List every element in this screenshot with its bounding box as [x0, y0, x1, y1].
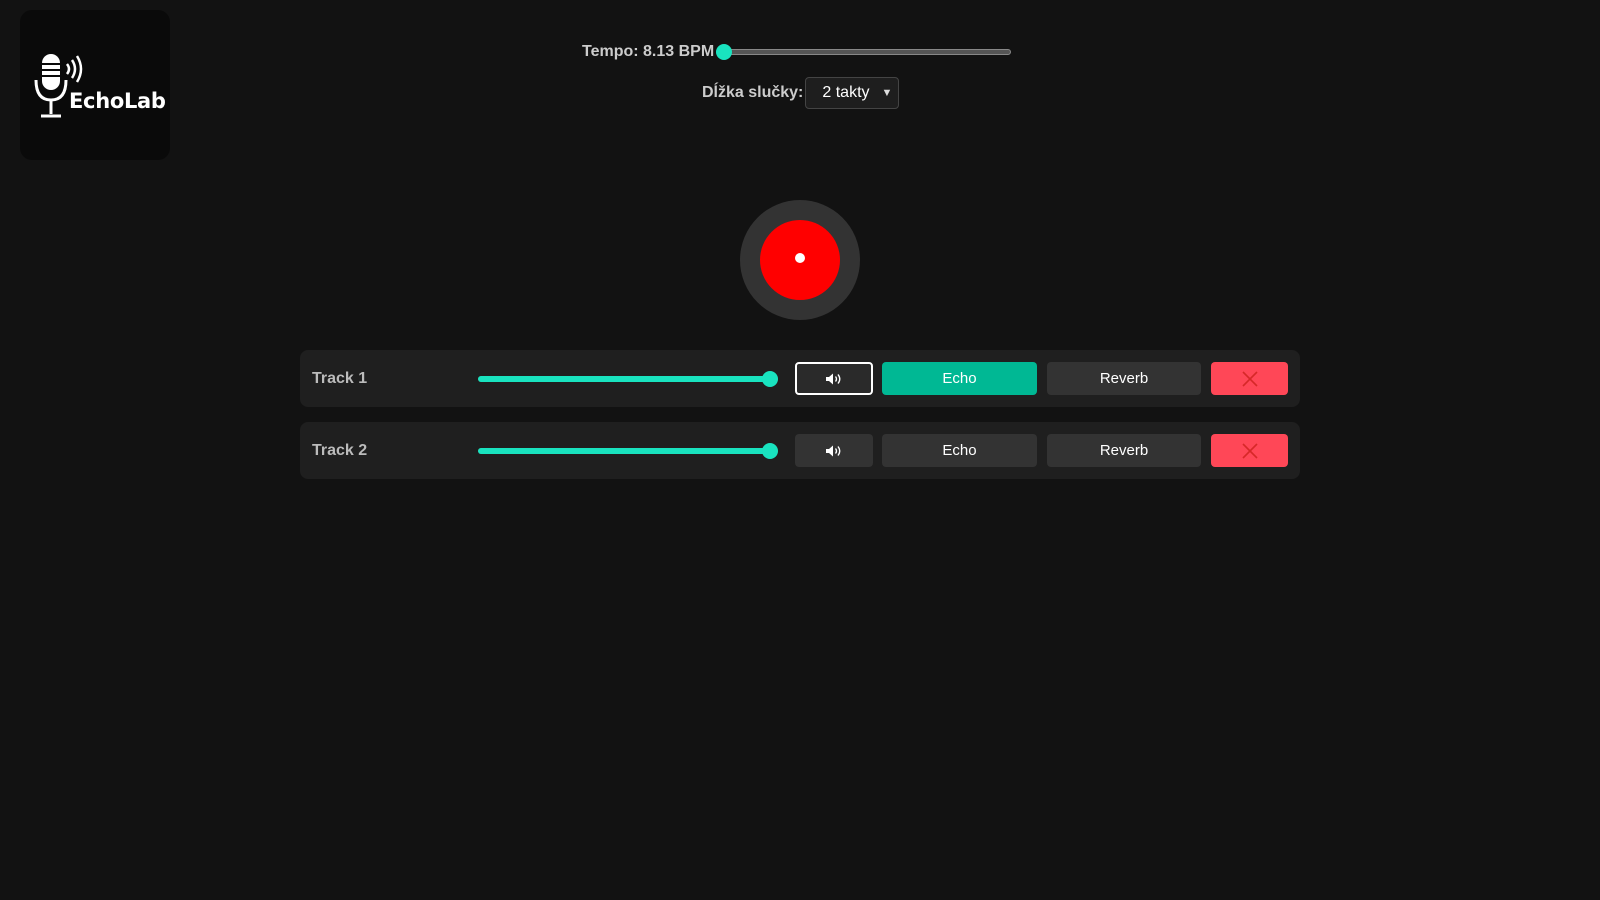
volume-slider-fill — [478, 448, 770, 454]
track-volume-slider[interactable] — [478, 442, 778, 460]
track-volume-slider[interactable] — [478, 370, 778, 388]
close-icon — [1241, 442, 1258, 459]
loop-length-value: 2 takty — [822, 84, 870, 101]
track-name: Track 2 — [312, 442, 368, 459]
loop-length-select[interactable]: 2 takty ▼ — [805, 77, 900, 109]
app-logo: EchoLab — [20, 10, 170, 160]
close-icon — [1241, 370, 1258, 387]
reverb-button[interactable]: Reverb — [1047, 434, 1201, 467]
echo-button[interactable]: Echo — [882, 434, 1037, 467]
record-dot — [795, 253, 805, 263]
tempo-label: Tempo: 8.13 BPM — [582, 43, 715, 60]
delete-track-button[interactable] — [1211, 362, 1288, 395]
track-name: Track 1 — [312, 370, 368, 387]
tempo-slider-thumb[interactable] — [716, 44, 733, 60]
mute-button[interactable] — [795, 434, 873, 467]
tempo-control: Tempo: 8.13 BPM — [582, 40, 1012, 64]
reverb-button[interactable]: Reverb — [1047, 362, 1201, 395]
loop-length-label: Dĺžka slučky: — [702, 84, 804, 101]
tempo-slider[interactable] — [716, 43, 1012, 61]
echo-button[interactable]: Echo — [882, 362, 1037, 395]
volume-slider-thumb[interactable] — [762, 443, 778, 459]
track-row: Track 2 Echo Reverb — [300, 422, 1300, 479]
volume-slider-thumb[interactable] — [762, 371, 778, 387]
mute-button[interactable] — [795, 362, 873, 395]
volume-slider-fill — [478, 376, 770, 382]
tempo-slider-track — [716, 49, 1012, 55]
delete-track-button[interactable] — [1211, 434, 1288, 467]
record-icon — [760, 220, 840, 300]
speaker-icon — [826, 445, 841, 456]
speaker-icon — [826, 373, 841, 384]
chevron-down-icon: ▼ — [881, 87, 893, 99]
loop-length-control: Dĺžka slučky: 2 takty ▼ — [702, 77, 900, 109]
record-button[interactable] — [740, 200, 860, 320]
app-name: EchoLab — [69, 89, 166, 113]
track-row: Track 1 Echo Reverb — [300, 350, 1300, 407]
